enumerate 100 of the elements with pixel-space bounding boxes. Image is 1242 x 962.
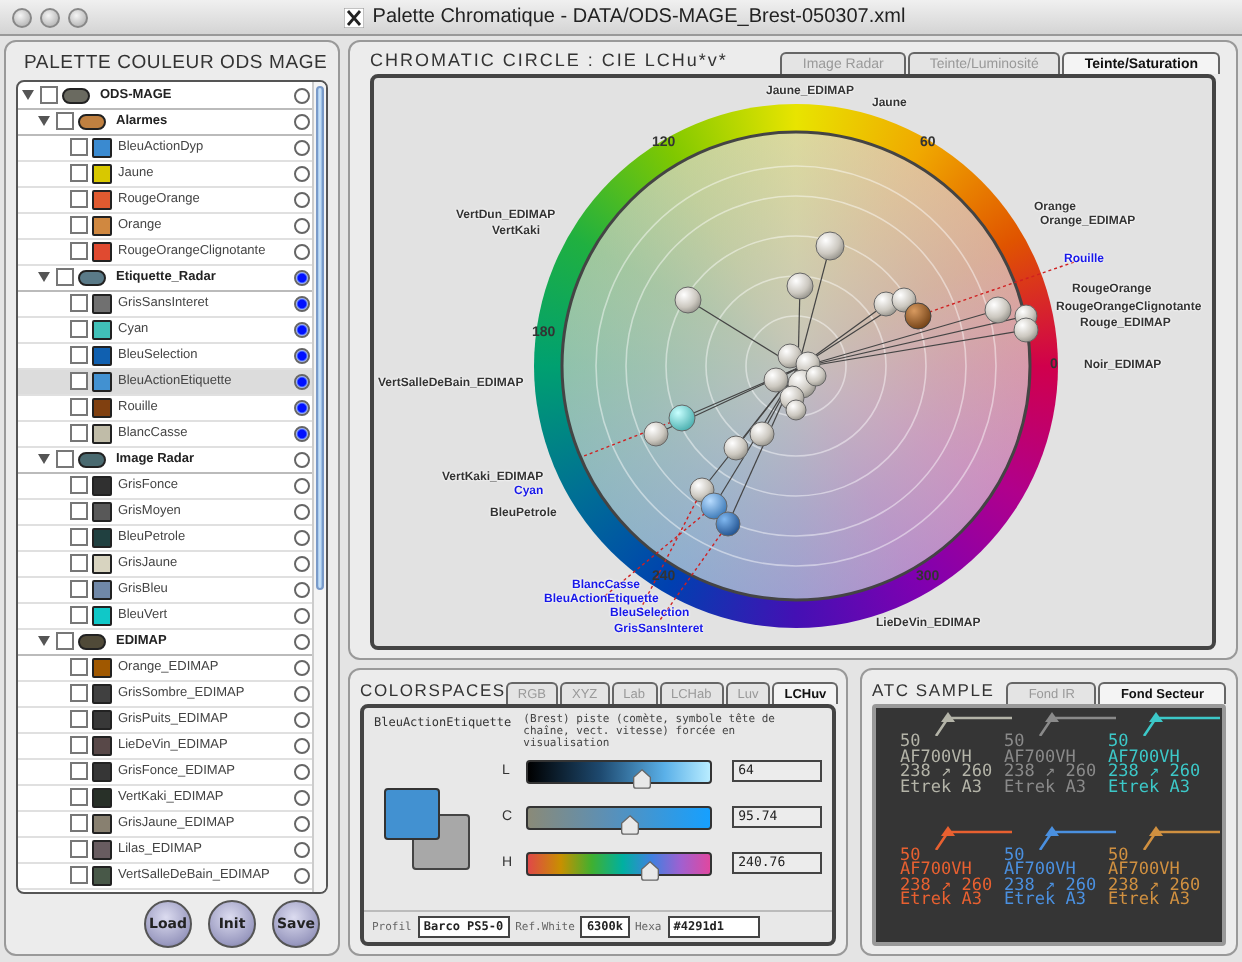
checkbox[interactable]	[70, 294, 88, 313]
checkbox[interactable]	[70, 346, 88, 365]
aircraft-type: Etrek A3	[1004, 894, 1086, 909]
checkbox[interactable]	[56, 268, 74, 287]
checkbox[interactable]	[70, 216, 88, 235]
radio-button[interactable]	[294, 243, 310, 260]
radio-button[interactable]	[294, 555, 310, 572]
panel-title: COLORSPACES	[360, 679, 506, 699]
radio-button[interactable]	[294, 451, 310, 468]
checkbox[interactable]	[70, 606, 88, 625]
radio-button[interactable]	[294, 139, 310, 156]
checkbox[interactable]	[70, 502, 88, 521]
radio-button[interactable]	[294, 191, 310, 208]
close-button[interactable]	[12, 7, 32, 27]
checkbox[interactable]	[70, 164, 88, 183]
checkbox[interactable]	[70, 788, 88, 807]
radio-button[interactable]	[294, 867, 310, 884]
flight-level: 50	[1004, 849, 1025, 864]
radio-button[interactable]	[294, 737, 310, 754]
radio-button[interactable]	[294, 529, 310, 546]
radio-button[interactable]	[294, 711, 310, 728]
checkbox[interactable]	[70, 528, 88, 547]
altitude-readout: 238 ↗ 260	[1004, 766, 1099, 781]
radio-button[interactable]	[294, 295, 310, 312]
callsign: AF700VH	[900, 751, 972, 766]
checkbox[interactable]	[56, 632, 74, 651]
radio-button[interactable]	[294, 659, 310, 676]
checkbox[interactable]	[70, 710, 88, 729]
checkbox[interactable]	[70, 580, 88, 599]
slider-thumb[interactable]	[640, 859, 660, 881]
radio-button[interactable]	[294, 503, 310, 520]
scrollbar[interactable]	[312, 81, 326, 892]
slider-track[interactable]	[525, 759, 713, 783]
aircraft-type: Etrek A3	[1108, 894, 1190, 909]
altitude-readout: 238 ↗ 260	[900, 879, 995, 894]
radio-button[interactable]	[294, 685, 310, 702]
radio-button[interactable]	[294, 607, 310, 624]
radio-button[interactable]	[294, 763, 310, 780]
slider-track[interactable]	[525, 805, 713, 829]
callsign: AF700VH	[1004, 751, 1076, 766]
radio-button[interactable]	[294, 87, 310, 104]
flight-level: 50	[900, 849, 921, 864]
radio-button[interactable]	[294, 815, 310, 832]
flight-level: 50	[900, 736, 921, 751]
radio-button[interactable]	[294, 841, 310, 858]
radio-button[interactable]	[294, 347, 310, 364]
slider-thumb[interactable]	[632, 767, 653, 789]
radio-button[interactable]	[294, 165, 310, 182]
aircraft-type: Etrek A3	[900, 781, 984, 796]
minimize-button[interactable]	[40, 7, 60, 27]
callsign: AF700VH	[1108, 864, 1180, 879]
altitude-readout: 238 ↗ 260	[900, 766, 995, 781]
checkbox[interactable]	[70, 658, 88, 677]
zoom-button[interactable]	[68, 7, 88, 27]
flight-level: 50	[1108, 849, 1129, 864]
radio-button[interactable]	[294, 113, 310, 130]
checkbox[interactable]	[56, 450, 74, 469]
flight-level: 50	[1108, 736, 1129, 751]
aircraft-type: Etrek A3	[900, 894, 982, 909]
callsign: AF700VH	[900, 864, 972, 879]
radio-button[interactable]	[294, 321, 310, 338]
radio-button[interactable]	[294, 399, 310, 416]
slider-track[interactable]	[525, 851, 713, 875]
checkbox[interactable]	[70, 372, 88, 391]
checkbox[interactable]	[70, 398, 88, 417]
x-logo-icon	[344, 7, 365, 27]
altitude-readout: 238 ↗ 260	[1108, 766, 1203, 781]
flight-level: 50	[1004, 736, 1025, 751]
checkbox[interactable]	[70, 736, 88, 755]
checkbox[interactable]	[70, 138, 88, 157]
radio-button[interactable]	[294, 581, 310, 598]
checkbox[interactable]	[70, 866, 88, 885]
radio-button[interactable]	[294, 477, 310, 494]
panel-title: ATC SAMPLE	[872, 679, 995, 699]
radio-button[interactable]	[294, 217, 310, 234]
checkbox[interactable]	[70, 242, 88, 261]
checkbox[interactable]	[70, 840, 88, 859]
slider-thumb[interactable]	[619, 813, 640, 835]
checkbox[interactable]	[70, 554, 88, 573]
checkbox[interactable]	[70, 684, 88, 703]
panel-title: CHROMATIC CIRCLE : CIE LCHu*v*	[370, 50, 728, 70]
callsign: AF700VH	[1108, 751, 1180, 766]
checkbox[interactable]	[70, 476, 88, 495]
checkbox[interactable]	[70, 190, 88, 209]
radio-button[interactable]	[294, 373, 310, 390]
radio-button[interactable]	[294, 789, 310, 806]
window-title: Palette Chromatique - DATA/ODS-MAGE_Brest-050307.xml	[372, 6, 906, 28]
aircraft-type: Etrek A3	[1004, 781, 1088, 796]
checkbox[interactable]	[40, 86, 58, 105]
callsign: AF700VH	[1004, 864, 1076, 879]
checkbox[interactable]	[70, 762, 88, 781]
altitude-readout: 238 ↗ 260	[1004, 879, 1099, 894]
radio-button[interactable]	[294, 269, 310, 286]
checkbox[interactable]	[56, 112, 74, 131]
checkbox[interactable]	[70, 424, 88, 443]
checkbox[interactable]	[70, 320, 88, 339]
checkbox[interactable]	[70, 814, 88, 833]
radio-button[interactable]	[294, 425, 310, 442]
altitude-readout: 238 ↗ 260	[1108, 879, 1203, 894]
radio-button[interactable]	[294, 633, 310, 650]
